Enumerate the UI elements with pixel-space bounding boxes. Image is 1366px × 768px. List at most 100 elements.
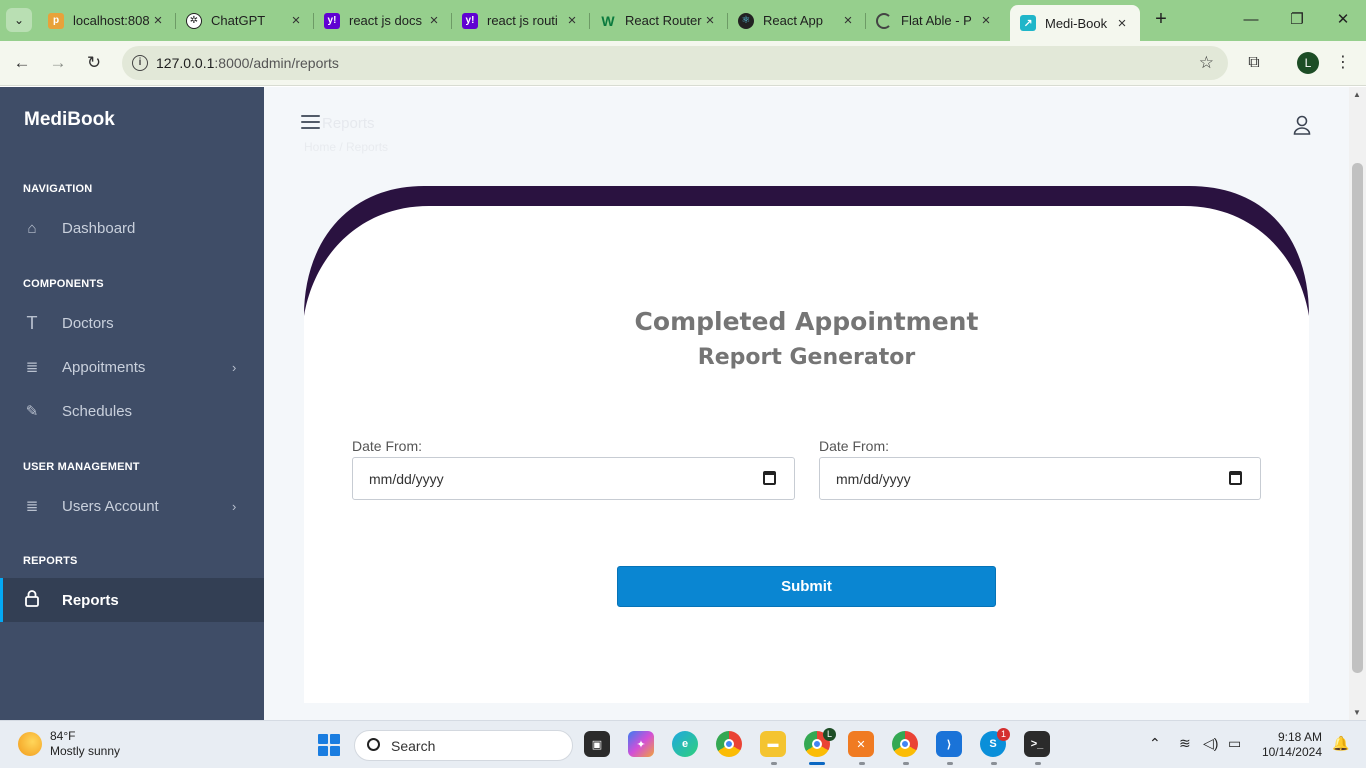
sidebar-item-label: Users Account [62, 497, 159, 515]
yahoo-icon: y! [462, 12, 478, 29]
chevron-right-icon: › [232, 359, 237, 375]
sidebar-item-label: Schedules [62, 402, 133, 420]
vscode-icon[interactable]: ⟩ [936, 731, 962, 757]
sidebar-item-dashboard[interactable]: ⌂ Dashboard [0, 206, 264, 250]
clock-time: 9:18 AM [1277, 730, 1322, 744]
extensions-button[interactable]: ⧉ [1241, 51, 1267, 75]
sidebar-item-appointments[interactable]: ≣ Appoitments › [0, 345, 264, 389]
notification-bell-icon[interactable]: 🔔 [1332, 735, 1349, 752]
tab-title: Medi-Book [1045, 15, 1108, 31]
user-profile-icon[interactable] [1292, 114, 1312, 136]
scroll-up-icon[interactable]: ▲ [1353, 90, 1361, 99]
sidebar-item-label: Dashboard [62, 219, 136, 237]
loading-icon [876, 12, 892, 29]
tab-search-button[interactable]: ⌄ [6, 8, 32, 32]
tab-react-docs[interactable]: y! react js docs × [314, 5, 452, 36]
start-button[interactable] [318, 734, 340, 756]
profile-avatar[interactable]: L [1297, 52, 1319, 74]
date-to-label: Date From: [819, 438, 890, 454]
tab-chatgpt[interactable]: ✲ ChatGPT × [176, 5, 314, 36]
close-icon[interactable]: × [288, 12, 304, 29]
task-view-icon[interactable]: ▣ [584, 731, 610, 757]
arrow-left-icon: ← [13, 53, 31, 72]
bookmark-star-icon[interactable]: ☆ [1199, 53, 1214, 73]
battery-icon[interactable]: ▭ [1228, 735, 1241, 752]
reload-button[interactable]: ↻ [81, 51, 107, 75]
tab-title: localhost:808 [73, 13, 150, 28]
sidebar-item-reports[interactable]: Reports [0, 578, 264, 622]
file-explorer-icon[interactable]: ▬ [760, 731, 786, 757]
calendar-icon[interactable] [1229, 471, 1242, 485]
system-clock[interactable]: 9:18 AM 10/14/2024 [1258, 730, 1322, 760]
date-placeholder: mm/dd/yyyy [836, 470, 911, 487]
close-icon[interactable]: × [702, 12, 718, 29]
back-button[interactable]: ← [9, 51, 35, 75]
sidebar-item-users-account[interactable]: ≣ Users Account › [0, 484, 264, 528]
close-icon[interactable]: × [150, 12, 166, 29]
weather-widget[interactable]: 84°F Mostly sunny [18, 729, 120, 759]
report-title-line2: Report Generator [697, 345, 916, 370]
close-icon[interactable]: × [426, 12, 442, 29]
close-icon[interactable]: × [564, 12, 580, 29]
restore-button[interactable]: ❐ [1274, 8, 1320, 32]
calendar-icon[interactable] [763, 471, 776, 485]
lock-icon [23, 589, 41, 611]
forward-button[interactable]: → [45, 51, 71, 75]
chrome-icon[interactable] [716, 731, 742, 757]
skype-badge: 1 [997, 728, 1010, 741]
terminal-icon[interactable]: >_ [1024, 731, 1050, 757]
date-to-input[interactable]: mm/dd/yyyy [819, 457, 1261, 500]
taskbar: 84°F Mostly sunny Search ▣ ✦ e ▬ L ✕ ⟩ S… [0, 720, 1366, 768]
scroll-thumb[interactable] [1352, 163, 1363, 673]
taskbar-search[interactable]: Search [354, 730, 573, 761]
tab-react-app[interactable]: ⚛ React App × [728, 5, 866, 36]
page-scrollbar[interactable]: ▲ ▼ [1349, 87, 1366, 720]
close-icon[interactable]: × [840, 12, 856, 29]
tab-medi-book[interactable]: ↗ Medi-Book × [1010, 5, 1140, 41]
address-bar[interactable]: i 127.0.0.1:8000/admin/reports ☆ [122, 46, 1228, 80]
url-path: :8000/admin/reports [214, 55, 339, 71]
card-header-arc [304, 186, 1309, 316]
running-indicator [991, 762, 997, 765]
report-card: Completed Appointment Report Generator D… [304, 186, 1309, 703]
tab-localhost[interactable]: p localhost:808 × [38, 5, 176, 36]
browser-tab-strip: ⌄ p localhost:808 × ✲ ChatGPT × y! react… [0, 0, 1366, 41]
plus-icon: + [1155, 8, 1167, 30]
site-info-icon[interactable]: i [132, 55, 148, 71]
copilot-icon[interactable]: ✦ [628, 731, 654, 757]
browser-menu-button[interactable]: ⋮ [1330, 51, 1356, 75]
close-window-button[interactable]: ✕ [1320, 8, 1366, 32]
running-indicator [947, 762, 953, 765]
close-icon[interactable]: × [978, 12, 994, 29]
close-icon: ✕ [1336, 11, 1350, 28]
react-icon: ⚛ [738, 12, 754, 29]
sidebar-toggle-button[interactable] [301, 115, 320, 133]
chevron-down-icon: ⌄ [13, 13, 25, 27]
edge-icon[interactable]: e [672, 731, 698, 757]
tab-react-routing[interactable]: y! react js routi × [452, 5, 590, 36]
chrome-second-profile-icon[interactable] [892, 731, 918, 757]
sidebar-item-label: Reports [62, 591, 119, 609]
weather-desc: Mostly sunny [50, 744, 121, 758]
tab-title: React App [763, 13, 823, 28]
new-tab-button[interactable]: + [1148, 8, 1174, 32]
w-icon: W [601, 12, 615, 29]
submit-button[interactable]: Submit [617, 566, 996, 607]
close-icon[interactable]: × [1114, 15, 1130, 32]
scroll-down-icon[interactable]: ▼ [1353, 708, 1361, 717]
tab-flat-able[interactable]: Flat Able - P × [866, 5, 1004, 36]
volume-icon[interactable]: ◁) [1203, 735, 1218, 752]
wifi-icon[interactable]: ≋ [1179, 735, 1191, 752]
sidebar-item-doctors[interactable]: T Doctors [0, 301, 264, 345]
xampp-icon[interactable]: ✕ [848, 731, 874, 757]
tab-title: ChatGPT [211, 13, 266, 28]
brand-logo[interactable]: MediBook [24, 109, 115, 131]
tab-title: Flat Able - P [901, 13, 972, 28]
minimize-button[interactable]: — [1228, 8, 1274, 32]
list-icon: ≣ [25, 498, 39, 515]
date-from-input[interactable]: mm/dd/yyyy [352, 457, 795, 500]
tray-overflow-icon[interactable]: ⌃ [1149, 735, 1161, 752]
tab-react-router[interactable]: W React Router × [590, 5, 728, 36]
sidebar-item-schedules[interactable]: ✎ Schedules [0, 389, 264, 433]
clock-date: 10/14/2024 [1261, 745, 1322, 759]
